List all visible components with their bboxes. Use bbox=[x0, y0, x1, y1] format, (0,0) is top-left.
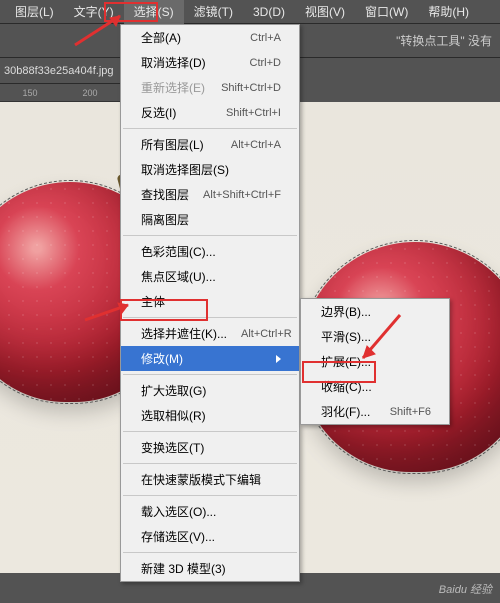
menu-separator bbox=[123, 495, 297, 496]
submenu-item-label: 羽化(F)... bbox=[321, 403, 370, 420]
submenu-item-label: 收缩(C)... bbox=[321, 378, 372, 395]
document-filename: 30b88f33e25a404f.jpg bbox=[4, 65, 114, 77]
menu-item-label: 全部(A) bbox=[141, 29, 181, 46]
menu-shortcut: Shift+F6 bbox=[390, 406, 431, 418]
menu-select[interactable]: 选择(S) bbox=[124, 0, 184, 24]
menu-item[interactable]: 选择并遮住(K)... Alt+Ctrl+R bbox=[121, 321, 299, 346]
menu-3d[interactable]: 3D(D) bbox=[243, 1, 295, 23]
menu-item[interactable]: 所有图层(L) Alt+Ctrl+A bbox=[121, 132, 299, 157]
menu-item[interactable]: 焦点区域(U)... bbox=[121, 264, 299, 289]
menu-item-label: 变换选区(T) bbox=[141, 439, 204, 456]
menu-item[interactable]: 隔离图层 bbox=[121, 207, 299, 232]
submenu-item[interactable]: 扩展(E)... bbox=[301, 349, 449, 374]
menu-item-label: 扩大选取(G) bbox=[141, 382, 206, 399]
menu-window[interactable]: 窗口(W) bbox=[355, 0, 418, 24]
menu-item[interactable]: 存储选区(V)... bbox=[121, 524, 299, 549]
menu-separator bbox=[123, 552, 297, 553]
menu-item-label: 载入选区(O)... bbox=[141, 503, 216, 520]
menu-item[interactable]: 新建 3D 模型(3) bbox=[121, 556, 299, 581]
menu-item-label: 选择并遮住(K)... bbox=[141, 325, 227, 342]
menu-shortcut: Alt+Ctrl+R bbox=[241, 328, 292, 340]
menu-item-label: 重新选择(E) bbox=[141, 79, 205, 96]
menu-item-label: 主体 bbox=[141, 293, 165, 310]
menu-item-label: 新建 3D 模型(3) bbox=[141, 560, 226, 577]
menu-item-label: 焦点区域(U)... bbox=[141, 268, 216, 285]
menu-shortcut: Alt+Ctrl+A bbox=[231, 139, 281, 151]
menu-item-label: 反选(I) bbox=[141, 104, 176, 121]
submenu-item[interactable]: 平滑(S)... bbox=[301, 324, 449, 349]
menu-item[interactable]: 载入选区(O)... bbox=[121, 499, 299, 524]
menu-item[interactable]: 扩大选取(G) bbox=[121, 378, 299, 403]
menu-item-label: 取消选择(D) bbox=[141, 54, 206, 71]
menu-item[interactable]: 变换选区(T) bbox=[121, 435, 299, 460]
menu-separator bbox=[123, 235, 297, 236]
status-text: "转换点工具" 没有 bbox=[396, 32, 492, 49]
menu-separator bbox=[123, 463, 297, 464]
menu-item[interactable]: 色彩范围(C)... bbox=[121, 239, 299, 264]
submenu-item-label: 边界(B)... bbox=[321, 303, 371, 320]
menu-item-label: 查找图层 bbox=[141, 186, 189, 203]
menu-separator bbox=[123, 431, 297, 432]
menu-item-label: 在快速蒙版模式下编辑 bbox=[141, 471, 261, 488]
menu-item-label: 选取相似(R) bbox=[141, 407, 206, 424]
menu-shortcut: Alt+Shift+Ctrl+F bbox=[203, 189, 281, 201]
menu-text[interactable]: 文字(Y) bbox=[64, 0, 124, 24]
select-menu-dropdown: 全部(A) Ctrl+A 取消选择(D) Ctrl+D 重新选择(E) Shift+Ctr… bbox=[120, 24, 300, 582]
menu-item[interactable]: 选取相似(R) bbox=[121, 403, 299, 428]
menu-item[interactable]: 反选(I) Shift+Ctrl+I bbox=[121, 100, 299, 125]
menu-separator bbox=[123, 128, 297, 129]
menu-item[interactable]: 在快速蒙版模式下编辑 bbox=[121, 467, 299, 492]
menu-layer[interactable]: 图层(L) bbox=[5, 0, 64, 24]
submenu-arrow-icon bbox=[276, 355, 281, 363]
menu-item[interactable]: 修改(M) bbox=[121, 346, 299, 371]
watermark-logo: Baidu 经验 bbox=[439, 581, 492, 597]
menu-separator bbox=[123, 317, 297, 318]
submenu-item[interactable]: 边界(B)... bbox=[301, 299, 449, 324]
menu-shortcut: Ctrl+D bbox=[250, 57, 281, 69]
menu-item-label: 存储选区(V)... bbox=[141, 528, 215, 545]
menu-item-label: 修改(M) bbox=[141, 350, 183, 367]
ruler: 150 200 bbox=[0, 84, 120, 102]
menu-item-label: 所有图层(L) bbox=[141, 136, 204, 153]
menu-shortcut: Shift+Ctrl+I bbox=[226, 107, 281, 119]
menu-item-label: 取消选择图层(S) bbox=[141, 161, 229, 178]
menu-item-label: 隔离图层 bbox=[141, 211, 189, 228]
menu-item-label: 色彩范围(C)... bbox=[141, 243, 216, 260]
menu-shortcut: Shift+Ctrl+D bbox=[221, 82, 281, 94]
menu-item[interactable]: 查找图层 Alt+Shift+Ctrl+F bbox=[121, 182, 299, 207]
menu-shortcut: Ctrl+A bbox=[250, 32, 281, 44]
menu-item: 重新选择(E) Shift+Ctrl+D bbox=[121, 75, 299, 100]
submenu-item-label: 扩展(E)... bbox=[321, 353, 371, 370]
menu-separator bbox=[123, 374, 297, 375]
document-tab[interactable]: 30b88f33e25a404f.jpg bbox=[0, 58, 120, 84]
menu-help[interactable]: 帮助(H) bbox=[418, 0, 479, 24]
menu-item[interactable]: 主体 bbox=[121, 289, 299, 314]
menu-item[interactable]: 取消选择(D) Ctrl+D bbox=[121, 50, 299, 75]
menu-item[interactable]: 全部(A) Ctrl+A bbox=[121, 25, 299, 50]
submenu-item-label: 平滑(S)... bbox=[321, 328, 371, 345]
submenu-item[interactable]: 羽化(F)... Shift+F6 bbox=[301, 399, 449, 424]
ruler-tick: 200 bbox=[60, 88, 120, 98]
submenu-item[interactable]: 收缩(C)... bbox=[301, 374, 449, 399]
modify-submenu: 边界(B)... 平滑(S)... 扩展(E)... 收缩(C)... 羽化(F)...… bbox=[300, 298, 450, 425]
menu-filter[interactable]: 滤镜(T) bbox=[184, 0, 243, 24]
menu-view[interactable]: 视图(V) bbox=[295, 0, 355, 24]
menu-item[interactable]: 取消选择图层(S) bbox=[121, 157, 299, 182]
menubar: 图层(L) 文字(Y) 选择(S) 滤镜(T) 3D(D) 视图(V) 窗口(W… bbox=[0, 0, 500, 24]
ruler-tick: 150 bbox=[0, 88, 60, 98]
